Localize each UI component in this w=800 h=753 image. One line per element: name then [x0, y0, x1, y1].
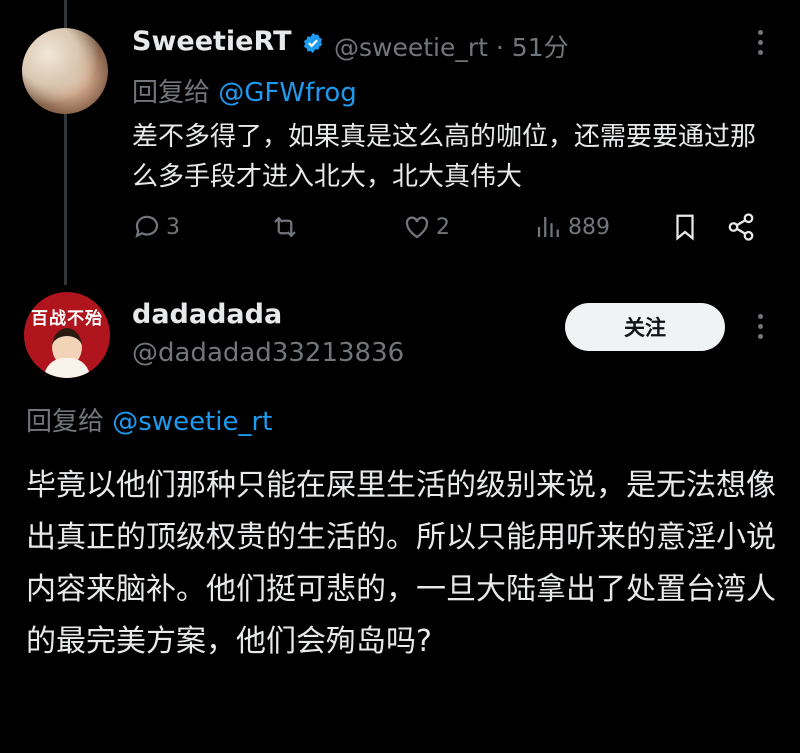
reply-count: 3: [166, 214, 180, 240]
views-button[interactable]: 889: [534, 212, 610, 242]
avatar-logo-text: 百战不殆: [31, 309, 103, 328]
avatar-sweetie[interactable]: [22, 28, 108, 114]
reply-icon: [135, 215, 159, 238]
like-button[interactable]: 2: [402, 212, 450, 242]
tweet2-display-name[interactable]: dadadada: [132, 299, 282, 330]
like-count: 2: [436, 214, 450, 240]
tweet2-text: 毕竟以他们那种只能在屎里生活的级别来说，是无法想像出真正的顶级权贵的生活的。所以…: [26, 468, 776, 659]
tweet2-handle[interactable]: @dadadad33213836: [132, 338, 404, 368]
tweet1-reply-context: 回复给 @GFWfrog: [132, 72, 357, 109]
tweet1-display-name[interactable]: SweetieRT: [132, 26, 291, 57]
like-icon: [405, 216, 429, 239]
tweet1-action-bar: 3 2 889: [132, 212, 772, 252]
tweet1-handle-time: @sweetie_rt · 51分: [334, 28, 569, 64]
tweet1-handle[interactable]: @sweetie_rt: [334, 33, 488, 62]
bookmark-icon: [676, 214, 694, 241]
tweet1-text: 差不多得了，如果真是这么高的咖位，还需要要通过那么多手段才进入北大，北大真伟大: [132, 122, 757, 192]
reply-button[interactable]: 3: [132, 212, 180, 242]
bookmark-button[interactable]: [670, 212, 700, 242]
tweet2-reply-context: 回复给 @sweetie_rt: [26, 401, 272, 438]
reply-prefix: 回复给: [26, 407, 113, 437]
views-icon: [537, 217, 559, 237]
share-icon: [728, 213, 754, 241]
more-options-icon[interactable]: [748, 314, 772, 339]
tweet1-time[interactable]: · 51分: [496, 33, 569, 62]
verified-badge-icon: [303, 32, 323, 54]
reply-prefix: 回复给: [132, 78, 219, 108]
more-options-icon[interactable]: [748, 30, 772, 55]
reply-mention-link[interactable]: @GFWfrog: [218, 78, 357, 108]
retweet-icon: [274, 216, 296, 238]
reply-mention-link[interactable]: @sweetie_rt: [112, 407, 272, 437]
share-button[interactable]: [726, 212, 756, 242]
avatar-dadadada[interactable]: 百战不殆: [24, 292, 110, 378]
views-count: 889: [568, 214, 610, 240]
follow-button[interactable]: 关注: [565, 303, 725, 351]
retweet-button[interactable]: [270, 212, 304, 242]
